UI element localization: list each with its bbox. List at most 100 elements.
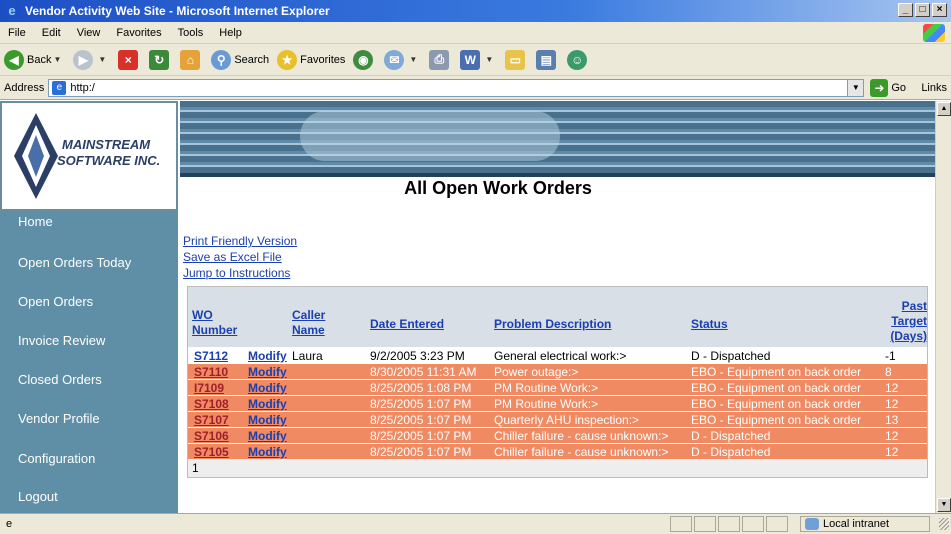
go-button[interactable]: ➜ Go (870, 78, 907, 97)
header-date-entered[interactable]: Date Entered (370, 317, 444, 332)
messenger-button[interactable]: ☺ (567, 49, 590, 70)
sidebar: MAINSTREAM SOFTWARE INC. Home Open Order… (0, 101, 178, 513)
header-wo-number[interactable]: WO Number (192, 308, 237, 338)
modify-link-text[interactable]: Modify (248, 413, 287, 427)
problem-description-cell-text: PM Routine Work:> (494, 381, 599, 395)
maximize-button[interactable]: □ (915, 3, 930, 17)
date-entered-cell: 8/25/2005 1:07 PM (370, 429, 471, 443)
home-icon: ⌂ (180, 49, 201, 70)
close-button[interactable]: × (932, 3, 947, 17)
status-cell: D - Dispatched (691, 445, 770, 459)
nav-closed-orders[interactable]: Closed Orders (0, 372, 178, 387)
modify-link-text[interactable]: Modify (248, 429, 287, 443)
nav-open-orders[interactable]: Open Orders (0, 294, 178, 309)
minimize-button[interactable]: _ (898, 3, 913, 17)
table-pager[interactable]: 1 (188, 459, 927, 477)
wo-number-link-text[interactable]: S7112 (194, 349, 228, 363)
modify-link-text[interactable]: Modify (248, 349, 287, 363)
mainstream-logo-icon (14, 113, 58, 199)
wo-number-link-text[interactable]: S7106 (194, 429, 229, 443)
wo-number-link-text[interactable]: S7105 (194, 445, 229, 459)
modify-link-text[interactable]: Modify (248, 365, 287, 379)
scroll-down-button[interactable]: ▼ (937, 498, 951, 512)
menu-file[interactable]: File (8, 27, 26, 39)
table-header: WO Number Caller Name Date Entered Problem… (188, 287, 927, 347)
favorites-button[interactable]: ★ Favorites (277, 49, 345, 70)
status-cell-text: D - Dispatched (691, 429, 771, 443)
date-entered-cell-text: 8/30/2005 11:31 AM (370, 365, 477, 379)
modify-link-text[interactable]: Modify (248, 445, 287, 459)
header-caller-name[interactable]: Caller Name (292, 308, 325, 338)
header-status[interactable]: Status (691, 317, 728, 332)
wo-number-link: S7110 (194, 365, 228, 379)
address-input[interactable]: e http:/ (48, 78, 849, 97)
modify-link: Modify (248, 365, 287, 379)
header-problem-description[interactable]: Problem Description (494, 317, 611, 332)
modify-link: Modify (248, 381, 287, 395)
print-button[interactable]: ⎙ (429, 49, 452, 70)
page-scrollbar[interactable]: ▲ ▼ (935, 101, 951, 513)
search-icon: ⚲ (211, 49, 232, 70)
nav-logout[interactable]: Logout (0, 489, 178, 504)
chevron-down-icon: ▼ (98, 55, 107, 64)
search-button[interactable]: ⚲ Search (211, 49, 270, 70)
menu-edit[interactable]: Edit (42, 27, 61, 39)
menu-view[interactable]: View (77, 27, 101, 39)
status-cell-text: EBO - Equipment on back order (691, 397, 862, 411)
print-friendly-link[interactable]: Print Friendly Version (183, 234, 297, 248)
home-button[interactable]: ⌂ (180, 49, 203, 70)
problem-description-cell-text: Quarterly AHU inspection:> (494, 413, 640, 427)
nav-configuration[interactable]: Configuration (0, 451, 178, 466)
browser-toolbar: ◀ Back ▼ ▶ ▼ × ↻ ⌂ ⚲ Search ★ Favorites … (0, 44, 951, 76)
media-button[interactable]: ◉ (353, 49, 376, 70)
save-excel-link[interactable]: Save as Excel File (183, 250, 282, 264)
modify-link-text[interactable]: Modify (248, 381, 287, 395)
resize-grip[interactable] (939, 518, 949, 530)
table-row: S7110 Modify 8/30/2005 11:31 AM Power outag… (188, 363, 927, 379)
past-target-cell-text: 8 (885, 365, 892, 379)
past-target-cell-text: 12 (885, 397, 899, 411)
back-button[interactable]: ◀ Back ▼ (4, 49, 65, 70)
address-dropdown-button[interactable]: ▼ (848, 78, 865, 97)
mail-button[interactable]: ✉ ▼ (384, 49, 421, 70)
edit-word-button[interactable]: W ▼ (460, 49, 497, 70)
nav-vendor-profile[interactable]: Vendor Profile (0, 411, 178, 426)
research-button[interactable]: ▤ (536, 49, 559, 70)
menu-help[interactable]: Help (219, 27, 242, 39)
wo-number-link-text[interactable]: I7109 (194, 381, 224, 395)
page-viewport: MAINSTREAM SOFTWARE INC. Home Open Order… (0, 101, 935, 513)
header-banner (180, 101, 935, 173)
address-label: Address (4, 81, 45, 94)
media-icon: ◉ (353, 49, 374, 70)
scroll-up-button[interactable]: ▲ (937, 102, 951, 116)
folder-button[interactable]: ▭ (505, 49, 528, 70)
address-bar: Address e http:/ ▼ ➜ Go Links (0, 76, 951, 100)
past-target-cell-text: 12 (885, 381, 899, 395)
go-label: Go (891, 81, 907, 94)
problem-description-cell: Quarterly AHU inspection:> (494, 413, 639, 427)
jump-instructions-link[interactable]: Jump to Instructions (183, 266, 290, 280)
forward-button[interactable]: ▶ ▼ (73, 49, 110, 70)
past-target-cell-text: 13 (885, 413, 899, 427)
search-label: Search (234, 53, 270, 66)
nav-open-orders-today[interactable]: Open Orders Today (0, 255, 178, 270)
wo-number-link-text[interactable]: S7107 (194, 413, 229, 427)
modify-link-text[interactable]: Modify (248, 397, 287, 411)
past-target-cell: -1 (885, 349, 896, 363)
menu-tools[interactable]: Tools (178, 27, 204, 39)
date-entered-cell-text: 8/25/2005 1:08 PM (370, 381, 472, 395)
menu-favorites[interactable]: Favorites (116, 27, 161, 39)
links-button[interactable]: Links (921, 82, 947, 94)
nav-invoice-review[interactable]: Invoice Review (0, 333, 178, 348)
table-row: S7105 Modify 8/25/2005 1:07 PM Chiller fail… (188, 443, 927, 459)
nav-home[interactable]: Home (0, 214, 178, 229)
refresh-button[interactable]: ↻ (149, 49, 172, 70)
word-icon: W (460, 49, 481, 70)
wo-number-link-text[interactable]: S7110 (194, 365, 228, 379)
date-entered-cell: 8/30/2005 11:31 AM (370, 365, 477, 379)
header-past-target[interactable]: Past Target (Days) (872, 299, 927, 344)
wo-number-link-text[interactable]: S7108 (194, 397, 229, 411)
mail-icon: ✉ (384, 49, 405, 70)
stop-button[interactable]: × (118, 49, 141, 70)
problem-description-cell: General electrical work:> (494, 349, 626, 363)
